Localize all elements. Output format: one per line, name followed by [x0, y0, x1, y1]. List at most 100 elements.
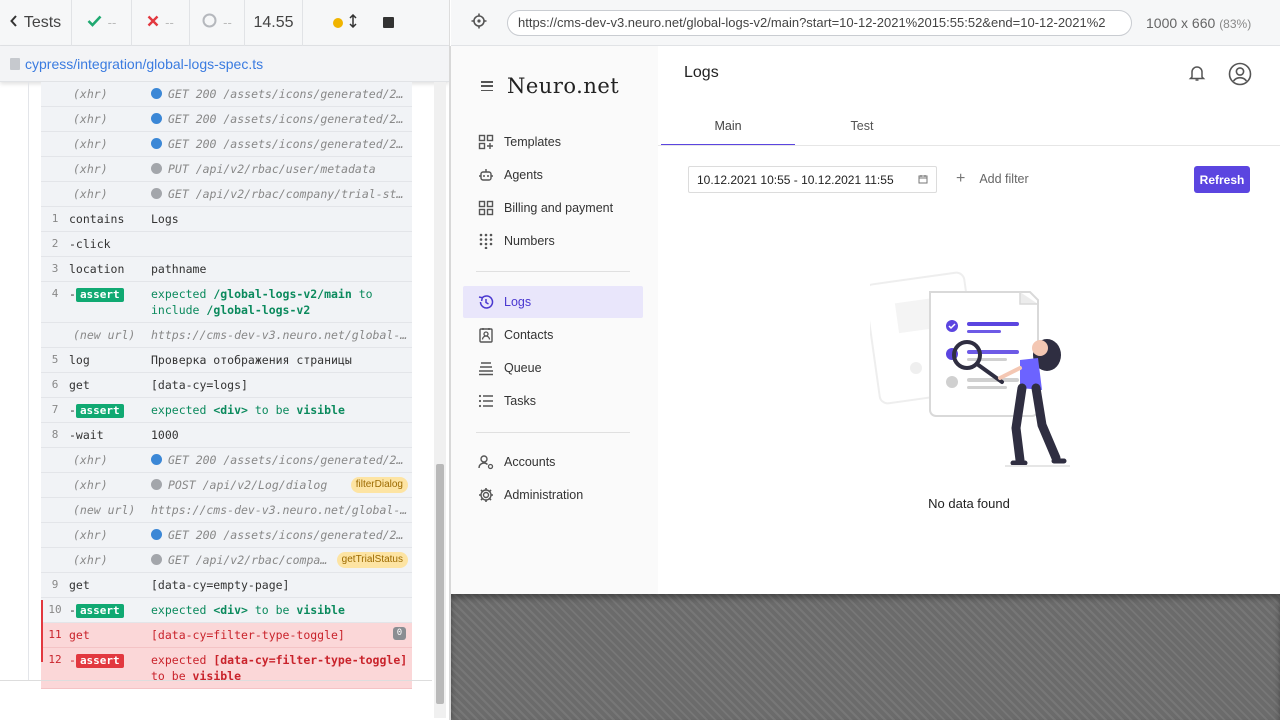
message-text: [data-cy=logs] — [151, 378, 248, 392]
tests-label: Tests — [23, 13, 62, 31]
tab-main[interactable]: Main — [661, 110, 795, 146]
xhr-log-row[interactable]: (xhr) GET 200 /assets/icons/generated/24… — [41, 523, 412, 548]
command-row[interactable]: 7 - assert expected <div> to be visible — [41, 398, 412, 423]
command-name: - assert — [69, 286, 151, 302]
message-part: visible — [296, 603, 345, 617]
sidebar-item-agents[interactable]: Agents — [463, 159, 643, 191]
message-part: expected — [151, 403, 214, 417]
status-blue-dot-icon — [151, 113, 162, 124]
command-number: 11 — [48, 628, 62, 641]
spec-path[interactable]: cypress/integration/global-logs-spec.ts — [25, 56, 263, 72]
command-message: GET 200 /assets/icons/generated/24… — [151, 111, 412, 127]
command-message: expected <div> to be visible — [151, 402, 412, 418]
failed-command-row[interactable]: 11 get [data-cy=filter-type-toggle] 0 — [41, 623, 412, 648]
sidebar-item-numbers[interactable]: Numbers — [463, 225, 643, 257]
failure-marker — [41, 600, 43, 662]
tab-test[interactable]: Test — [795, 110, 929, 146]
calendar-icon[interactable] — [918, 173, 928, 187]
xhr-log-row[interactable]: (xhr) GET 200 /assets/icons/generated/24… — [41, 82, 412, 107]
xhr-log-row[interactable]: (xhr) POST /api/v2/Log/dialog filterDialog — [41, 473, 412, 498]
sidebar-item-administration[interactable]: Administration — [463, 479, 643, 511]
element-count-badge: 0 — [393, 627, 406, 640]
sidebar-item-label: Templates — [504, 135, 561, 149]
billing-icon — [478, 200, 494, 216]
sidebar-item-accounts[interactable]: Accounts — [463, 446, 643, 478]
command-log: (xhr) GET 200 /assets/icons/generated/24…… — [41, 82, 412, 689]
sidebar-item-queue[interactable]: Queue — [463, 352, 643, 384]
message-text: PUT /api/v2/rbac/user/metadata — [168, 162, 376, 176]
xhr-log-row[interactable]: (xhr) GET 200 /assets/icons/generated/24… — [41, 107, 412, 132]
sidebar-item-tasks[interactable]: Tasks — [463, 385, 643, 417]
command-row[interactable]: 9 get [data-cy=empty-page] — [41, 573, 412, 598]
xhr-log-row[interactable]: (xhr) GET 200 /assets/icons/generated/24… — [41, 448, 412, 473]
message-part: [data-cy=filter-type-toggle] — [213, 653, 408, 667]
reporter-stats-bar: Tests -- -- -- 14.55 — [0, 0, 449, 46]
sidebar-item-templates[interactable]: Templates — [463, 126, 643, 158]
date-range-picker[interactable]: 10.12.2021 10:55 - 10.12.2021 11:55 — [688, 166, 937, 193]
xhr-log-row[interactable]: (xhr) GET /api/v2/rbac/company/trial-sta… — [41, 182, 412, 207]
auto-scroll-toggle[interactable] — [333, 13, 357, 32]
command-row[interactable]: 10 - assert expected <div> to be visible — [41, 598, 412, 623]
command-row[interactable]: 5 log Проверка отображения страницы — [41, 348, 412, 373]
message-text: GET 200 /assets/icons/generated/24… — [168, 112, 411, 126]
command-name: (xhr) — [73, 87, 108, 101]
empty-state-illustration — [864, 260, 1070, 479]
add-filter-button[interactable]: + Add filter — [956, 170, 1029, 188]
xhr-log-row[interactable]: (new url) https://cms-dev-v3.neuro.net/gl… — [41, 498, 412, 523]
command-number: 9 — [51, 578, 59, 591]
scrollbar-thumb[interactable] — [436, 464, 444, 704]
xhr-log-row[interactable]: (new url) https://cms-dev-v3.neuro.net/gl… — [41, 323, 412, 348]
command-row[interactable]: 4 - assert expected /global-logs-v2/main t… — [41, 282, 412, 323]
spec-path-bar[interactable]: cypress/integration/global-logs-spec.ts — [0, 46, 449, 82]
command-row[interactable]: 6 get [data-cy=logs] — [41, 373, 412, 398]
command-message: expected /global-logs-v2/main to include… — [151, 286, 412, 318]
bell-icon[interactable] — [1188, 64, 1206, 86]
command-message: GET 200 /assets/icons/generated/24… — [151, 527, 412, 543]
templates-icon — [478, 134, 494, 150]
viewport-zoom: (83%) — [1219, 16, 1252, 31]
viewport-info: 1000 x 660 (83%) — [1146, 15, 1251, 31]
message-text: GET /api/v2/rbac/compa… — [168, 553, 328, 567]
command-message: [data-cy=logs] — [151, 377, 412, 393]
refresh-button[interactable]: Refresh — [1194, 166, 1250, 193]
sidebar-item-label: Logs — [504, 295, 532, 309]
pending-circle-icon — [202, 13, 217, 32]
empty-state-text: No data found — [928, 496, 1010, 511]
sidebar-item-logs[interactable]: Logs — [463, 286, 643, 318]
aut-url[interactable]: https://cms-dev-v3.neuro.net/global-logs… — [507, 9, 1132, 36]
failed-value: -- — [165, 15, 174, 30]
stop-icon[interactable] — [383, 17, 394, 28]
tabs-underline — [658, 145, 1280, 146]
command-row[interactable]: 8 -wait 1000 — [41, 423, 412, 448]
user-icon[interactable] — [1228, 62, 1252, 90]
command-row[interactable]: 2 -click — [41, 232, 412, 257]
message-text: [data-cy=empty-page] — [151, 578, 290, 592]
message-part: expected — [151, 653, 214, 667]
sidebar-item-contacts[interactable]: Contacts — [463, 319, 643, 351]
tests-button[interactable]: Tests — [0, 0, 72, 46]
sidebar-item-label: Accounts — [504, 455, 556, 469]
command-name: - assert — [69, 652, 151, 668]
command-name: location — [69, 262, 125, 276]
chevron-left-icon — [9, 14, 18, 32]
selector-playground-button[interactable] — [451, 13, 507, 33]
sidebar-item-label: Numbers — [504, 234, 555, 248]
status-blue-dot-icon — [151, 88, 162, 99]
menu-icon[interactable] — [481, 81, 493, 91]
command-number: 5 — [51, 353, 59, 366]
sidebar-item-label: Queue — [504, 361, 542, 375]
file-icon — [10, 57, 20, 70]
command-row[interactable]: 3 location pathname — [41, 257, 412, 282]
command-row[interactable]: 1 contains Logs — [41, 207, 412, 232]
sidebar-item-billing[interactable]: Billing and payment — [463, 192, 643, 224]
failed-assert-row[interactable]: 12 - assert expected [data-cy=filter-type-… — [41, 648, 412, 689]
command-message: expected <div> to be visible — [151, 602, 412, 618]
aut-background — [451, 594, 1280, 720]
add-filter-label: Add filter — [979, 172, 1029, 186]
logo-row: Neuro.net — [481, 74, 619, 98]
xhr-log-row[interactable]: (xhr) GET 200 /assets/icons/generated/24… — [41, 132, 412, 157]
reporter-scrollbar[interactable] — [434, 82, 446, 718]
xhr-log-row[interactable]: (xhr) GET /api/v2/rbac/compa… getTrialStat… — [41, 548, 412, 573]
command-message: POST /api/v2/Log/dialog — [151, 477, 351, 493]
xhr-log-row[interactable]: (xhr) PUT /api/v2/rbac/user/metadata — [41, 157, 412, 182]
